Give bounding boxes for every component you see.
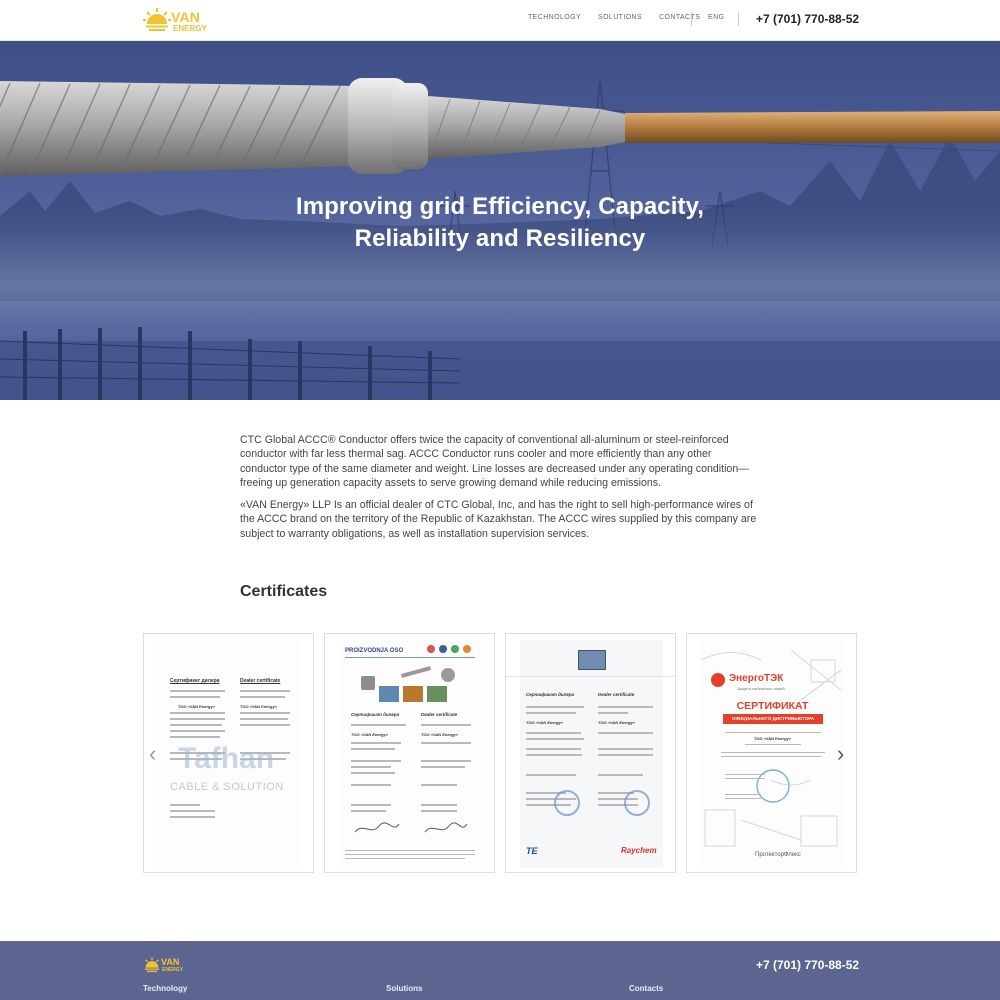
certificate-company: ТОО «VAN Energy» xyxy=(421,732,458,737)
certificate-company: ТОО «VAN Energy» xyxy=(754,736,791,741)
footer-logo-text: VAN xyxy=(161,957,180,967)
site-header: VAN ENERGY TECHNOLOGY SOLUTIONS CONTACTS… xyxy=(0,0,1000,41)
certificates-carousel: Сертификат дилера Dealer certificate ТОО… xyxy=(143,633,857,873)
nav-contacts[interactable]: CONTACTS xyxy=(659,14,700,21)
certificate-brand: TE xyxy=(526,846,538,856)
footer-logo-subtext: ENERGY xyxy=(162,967,184,973)
footer-phone[interactable]: +7 (701) 770-88-52 xyxy=(756,958,859,972)
certificate-heading: СЕРТИФИКАТ xyxy=(736,700,809,712)
certificate-company: ТОО «VAN Energy» xyxy=(240,704,277,709)
footer-logo[interactable]: VAN ENERGY xyxy=(143,957,193,977)
certificate-heading: Dealer certificate xyxy=(598,692,635,697)
certificate-card[interactable]: Сертификат дилера Dealer certificate ТОО… xyxy=(143,633,314,873)
certificate-heading: Сертификат дилера xyxy=(170,678,220,684)
certificate-image: ЭнергоТЭК Защита кабельных линий СЕРТИФИ… xyxy=(701,640,844,868)
certificate-company: ТОО «VAN Energy» xyxy=(351,732,388,737)
main-nav: TECHNOLOGY SOLUTIONS CONTACTS xyxy=(528,14,700,21)
certificate-watermark: Tafhan xyxy=(178,742,275,775)
certificate-card[interactable]: Сертификат дилера Dealer certificate ТОО… xyxy=(505,633,676,873)
certificate-company: ТОО «VAN Energy» xyxy=(178,704,215,709)
nav-divider xyxy=(691,12,692,26)
certificate-brand: Raychem xyxy=(621,846,657,855)
nav-divider xyxy=(738,12,739,26)
certificate-tagline: Защита кабельных линий xyxy=(737,686,785,691)
signature-icon xyxy=(354,822,468,833)
certificate-subheading: ОФИЦИАЛЬНОГО ДИСТРИБЬЮТОРА xyxy=(723,714,823,724)
intro-paragraph: CTC Global ACCC® Conductor offers twice … xyxy=(240,434,749,489)
certificate-image: PROIZVODNJA OSO Сертификат дилера Dealer… xyxy=(339,640,482,868)
certificates-title: Certificates xyxy=(240,583,328,600)
logo-text: VAN xyxy=(171,9,201,25)
certificate-watermark: CABLE & SOLUTION xyxy=(170,781,284,793)
certificate-heading: Сертификат дилера xyxy=(526,692,575,697)
certificate-heading: Dealer certificate xyxy=(240,678,281,684)
footer-link-solutions[interactable]: Solutions xyxy=(386,984,422,993)
certificate-image: Сертификат дилера Dealer certificate ТОО… xyxy=(158,640,301,868)
intro-text: CTC Global ACCC® Conductor offers twice … xyxy=(240,433,760,549)
certificate-card[interactable]: PROIZVODNJA OSO Сертификат дилера Dealer… xyxy=(324,633,495,873)
certificate-brand: ЭнергоТЭК xyxy=(729,673,784,684)
carousel-next-arrow-icon[interactable]: › xyxy=(837,741,844,767)
intro-paragraph: «VAN Energy» LLP Is an official dealer o… xyxy=(240,499,757,540)
logo-subtext: ENERGY xyxy=(173,24,207,33)
logo[interactable]: VAN ENERGY xyxy=(143,8,207,36)
sun-logo-icon xyxy=(143,8,171,31)
certificate-heading: Dealer certificate xyxy=(421,712,458,717)
hero-title-line: Improving grid Efficiency, Capacity, xyxy=(295,193,705,220)
certificate-heading: Сертификат дилера xyxy=(351,712,400,717)
certificate-company: ТОО «VAN Energy» xyxy=(526,720,563,725)
carousel-prev-arrow-icon[interactable]: ‹ xyxy=(149,741,156,767)
footer-link-contacts[interactable]: Contacts xyxy=(629,984,663,993)
hero-banner: Improving grid Efficiency, Capacity, Rel… xyxy=(0,41,1000,400)
hero-title: Improving grid Efficiency, Capacity, Rel… xyxy=(0,191,1000,255)
header-phone[interactable]: +7 (701) 770-88-52 xyxy=(756,12,859,26)
site-footer: VAN ENERGY +7 (701) 770-88-52 Technology… xyxy=(0,941,1000,1000)
nav-solutions[interactable]: SOLUTIONS xyxy=(598,14,642,21)
certificate-card[interactable]: ЭнергоТЭК Защита кабельных линий СЕРТИФИ… xyxy=(686,633,857,873)
certificate-company: ТОО «VAN Energy» xyxy=(598,720,635,725)
certificate-brand: PROIZVODNJA OSO xyxy=(345,648,404,654)
certificate-image: Сертификат дилера Dealer certificate ТОО… xyxy=(506,640,675,868)
footer-link-technology[interactable]: Technology xyxy=(143,984,187,993)
nav-technology[interactable]: TECHNOLOGY xyxy=(528,14,581,21)
sun-logo-icon xyxy=(144,957,160,973)
language-switch[interactable]: ENG xyxy=(708,14,724,21)
hero-title-line: Reliability and Resiliency xyxy=(354,225,646,252)
certificate-brand: ПротекторФлекс xyxy=(755,852,801,858)
